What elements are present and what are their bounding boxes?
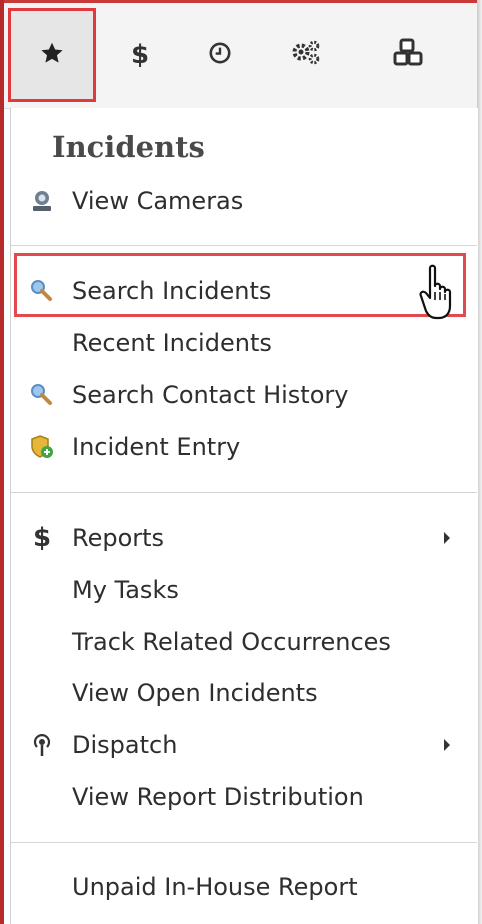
menu-item-label: Dispatch (72, 731, 178, 759)
menu-divider (11, 492, 477, 493)
menu-divider (11, 842, 477, 843)
camera-icon (28, 187, 56, 215)
menu-item-label: My Tasks (72, 576, 179, 604)
magnifier-icon (28, 277, 56, 305)
menu-divider (11, 245, 477, 246)
menu-item-dispatch[interactable]: Dispatch (28, 722, 468, 768)
toolbar-top-edge (4, 0, 477, 3)
menu-item-my-tasks[interactable]: My Tasks (28, 567, 468, 613)
menu-item-label: Incident Entry (72, 433, 241, 461)
menu-item-search-incidents[interactable]: Search Incidents (28, 268, 468, 314)
hand-cursor-icon (418, 262, 462, 328)
menu-item-incident-entry[interactable]: Incident Entry (28, 424, 468, 470)
shield-add-icon (28, 433, 56, 461)
tab-favorites[interactable] (8, 8, 96, 102)
dollar-icon: $ (32, 523, 52, 553)
star-icon (39, 40, 65, 70)
menu-item-label: Recent Incidents (72, 329, 272, 357)
menu-item-label: View Open Incidents (72, 679, 318, 707)
menu-item-label: View Cameras (72, 187, 244, 215)
tab-finance[interactable]: $ (96, 8, 184, 102)
menu-item-unpaid-in-house-report[interactable]: Unpaid In-House Report (28, 864, 468, 910)
submenu-arrow-icon (444, 739, 450, 751)
app-frame: $ Incidents View Cameras Search Incident… (0, 0, 482, 924)
tab-settings[interactable] (262, 8, 350, 102)
menu-item-view-report-distribution[interactable]: View Report Distribution (28, 774, 468, 820)
dollar-icon: $ (130, 40, 150, 70)
menu-item-view-open-incidents[interactable]: View Open Incidents (28, 670, 468, 716)
gears-icon (289, 38, 323, 72)
tab-history[interactable] (176, 8, 264, 102)
section-title-incidents: Incidents (52, 130, 205, 164)
broadcast-icon (28, 731, 56, 759)
window-left-edge (0, 0, 4, 924)
menu-item-view-cameras[interactable]: View Cameras (28, 178, 468, 224)
menu-item-label: Search Incidents (72, 277, 272, 305)
menu-item-search-contact-history[interactable]: Search Contact History (28, 372, 468, 418)
menu-item-label: Reports (72, 524, 165, 552)
menu-item-recent-incidents[interactable]: Recent Incidents (28, 320, 468, 366)
menu-item-label: Search Contact History (72, 381, 349, 409)
menu-item-track-related-occurrences[interactable]: Track Related Occurrences (28, 619, 468, 665)
magnifier-icon (28, 381, 56, 409)
menu-item-label: Unpaid In-House Report (72, 873, 358, 901)
menu-item-reports[interactable]: $ Reports (28, 515, 468, 561)
tab-modules[interactable] (364, 8, 452, 102)
submenu-arrow-icon (444, 532, 450, 544)
cubes-icon (392, 38, 424, 72)
clock-icon (207, 40, 233, 70)
menu-item-label: Track Related Occurrences (72, 628, 391, 656)
menu-item-label: View Report Distribution (72, 783, 364, 811)
